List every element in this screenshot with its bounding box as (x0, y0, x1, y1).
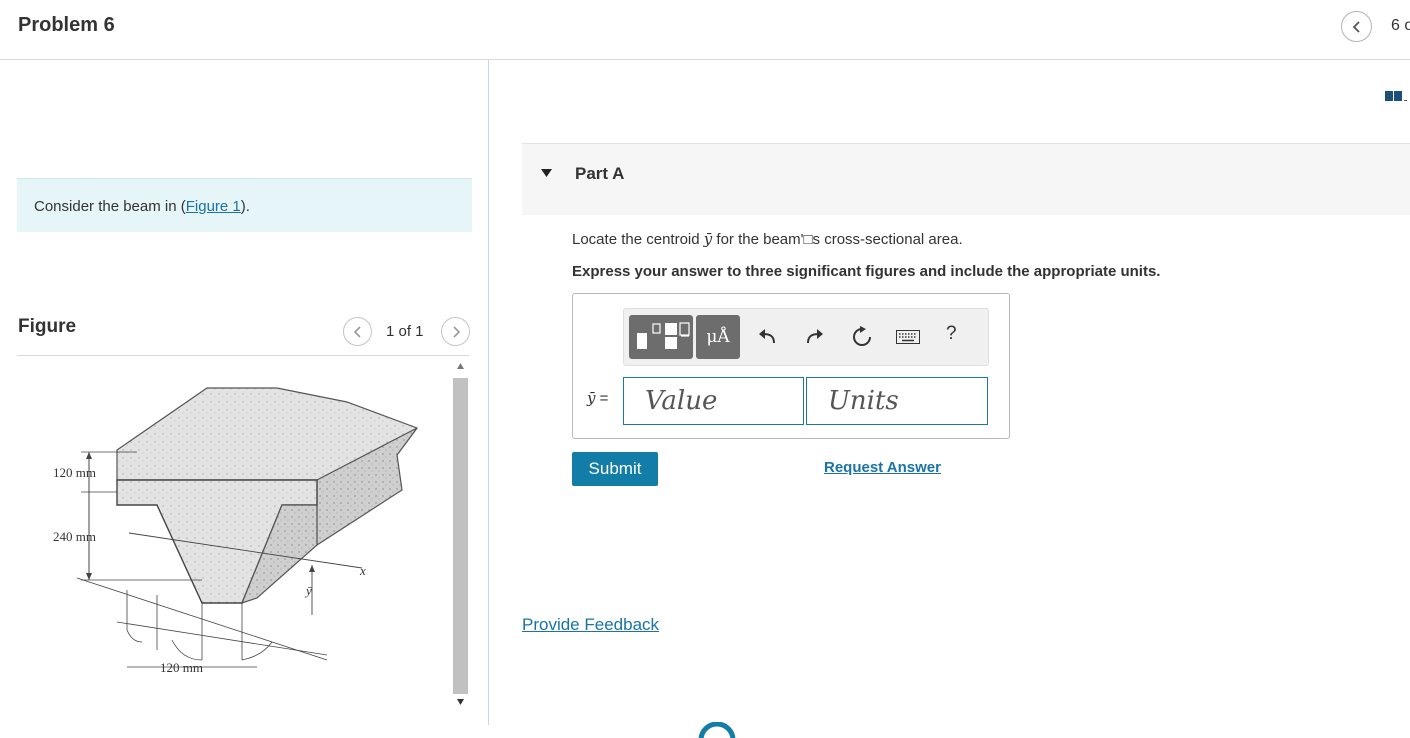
question-text-before: Locate the centroid (572, 231, 704, 248)
templates-button[interactable] (629, 315, 693, 359)
chevron-left-icon (353, 325, 361, 338)
templates-icon (637, 322, 690, 349)
units-button[interactable]: μÅ (696, 315, 740, 359)
units-button-label: μÅ (706, 327, 730, 347)
scroll-down-icon[interactable] (456, 698, 465, 706)
logo-icon (698, 722, 736, 738)
figure-divider (17, 355, 469, 356)
submit-button[interactable]: Submit (572, 452, 658, 486)
figure-title: Figure (18, 316, 77, 337)
undo-button[interactable] (754, 323, 782, 351)
scroll-up-icon[interactable] (456, 362, 465, 370)
answer-box: μÅ ? ȳ = Value Units (572, 293, 1010, 439)
problem-header: Problem 6 6 of (0, 0, 1410, 60)
pane-divider[interactable] (488, 60, 489, 725)
previous-problem-button[interactable] (1341, 11, 1372, 42)
part-a-header[interactable]: Part A (522, 143, 1410, 215)
question-text: Locate the centroid ȳ for the beam'□s cr… (572, 230, 963, 248)
answer-variable-eq: = (595, 390, 609, 407)
beam-figure: 120 mm 240 mm 120 mm x ȳ (53, 387, 418, 675)
keyboard-icon (896, 330, 920, 344)
reset-button[interactable] (848, 323, 876, 351)
intro-text: Consider the beam in (Figure 1). (34, 198, 250, 215)
intro-text-after: ). (240, 198, 250, 215)
request-answer-link[interactable]: Request Answer (824, 459, 941, 476)
value-input[interactable]: Value (623, 377, 804, 425)
caret-down-icon[interactable] (540, 168, 553, 178)
dim-label-240: 240 mm (53, 529, 96, 544)
keyboard-button[interactable] (894, 323, 922, 351)
question-text-after: for the beam'□s cross-sectional area. (712, 231, 963, 248)
intro-text-before: Consider the beam in ( (34, 198, 186, 215)
reset-icon (853, 326, 871, 346)
answer-variable-label: ȳ = (587, 389, 608, 407)
chevron-right-icon (452, 325, 460, 338)
answer-instructions: Express your answer to three significant… (572, 263, 1161, 280)
figure-link[interactable]: Figure 1 (186, 198, 241, 215)
book-icon[interactable] (1385, 90, 1407, 102)
part-title: Part A (575, 164, 625, 183)
redo-icon (807, 329, 823, 344)
undo-icon (759, 329, 775, 344)
problem-intro: Consider the beam in (Figure 1). (17, 178, 472, 232)
chevron-left-icon (1352, 20, 1360, 33)
dim-label-120-bottom: 120 mm (160, 660, 203, 675)
problem-title: Problem 6 (18, 14, 115, 36)
figure-scrollbar[interactable] (452, 362, 469, 712)
dim-label-120-top: 120 mm (53, 465, 96, 480)
provide-feedback-link[interactable]: Provide Feedback (522, 615, 659, 635)
help-button[interactable]: ? (946, 323, 957, 345)
problem-page-count: 6 of (1391, 17, 1410, 34)
units-input[interactable]: Units (806, 377, 988, 425)
figure-next-button[interactable] (441, 317, 470, 346)
axis-ybar-label: ȳ (304, 583, 312, 598)
figure-pager: 1 of 1 (386, 323, 424, 340)
axis-x-label: x (359, 563, 366, 578)
math-toolbar: μÅ ? (623, 308, 989, 366)
question-symbol: ȳ (703, 230, 713, 248)
scrollbar-thumb[interactable] (453, 378, 468, 694)
redo-button[interactable] (800, 323, 828, 351)
figure-prev-button[interactable] (343, 317, 372, 346)
